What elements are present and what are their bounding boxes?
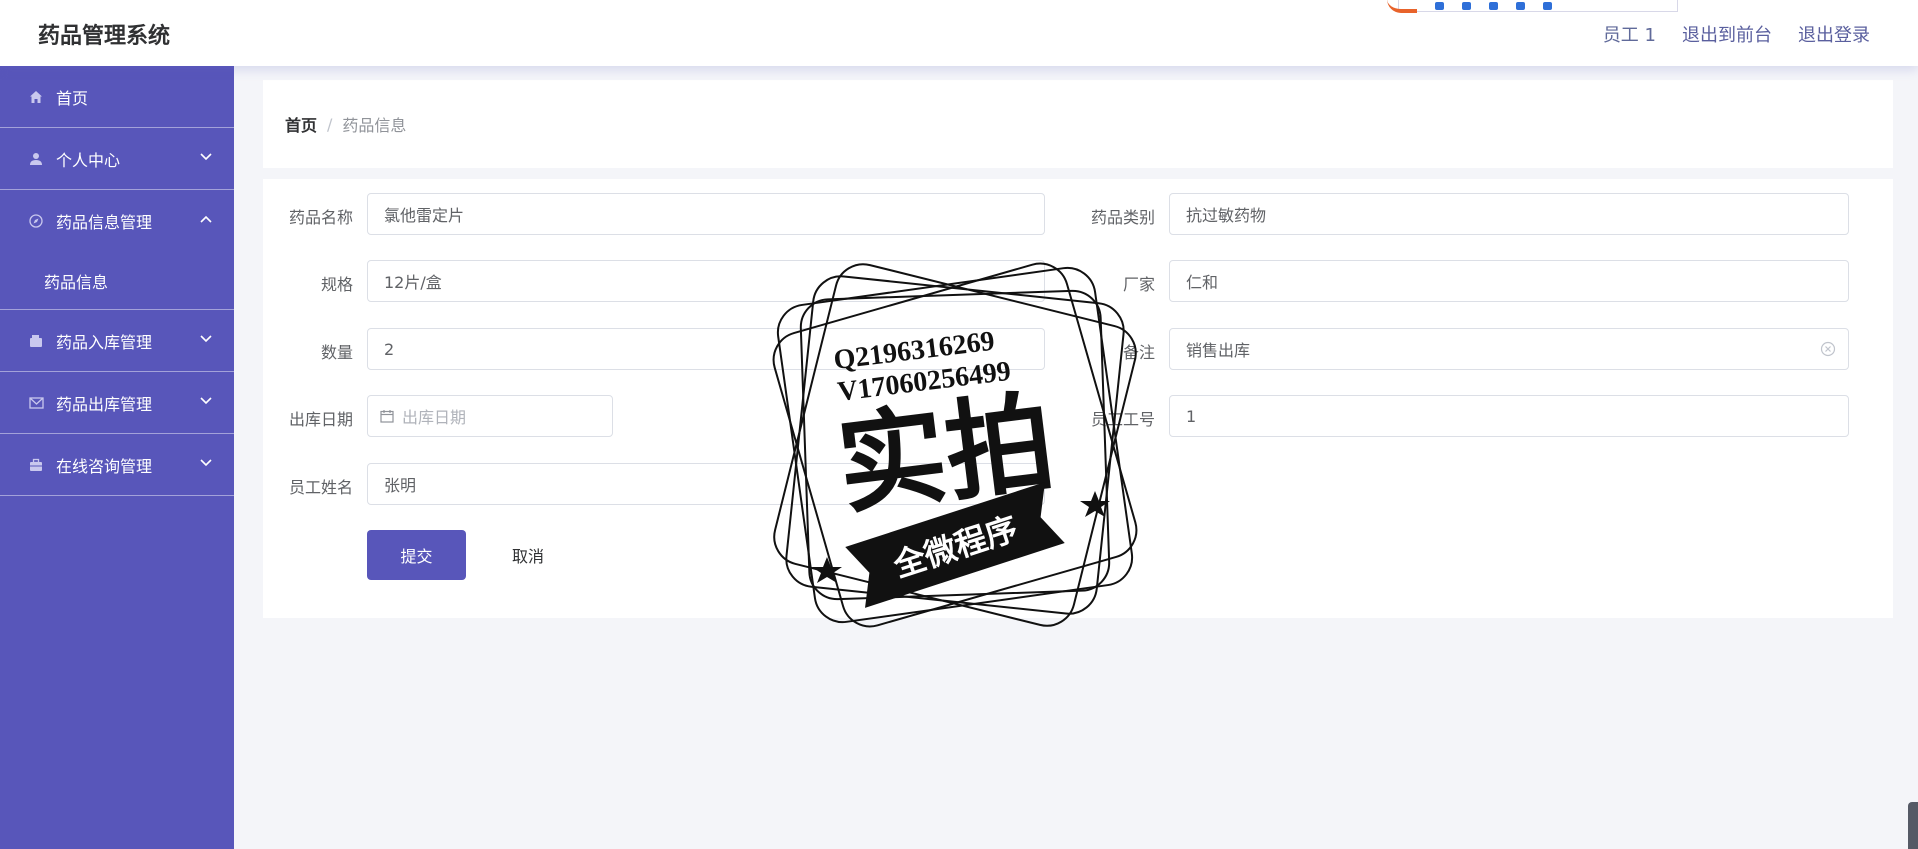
sidebar-item-label: 药品出库管理 [56, 394, 153, 414]
drug-name-label: 药品名称 [288, 208, 353, 227]
logout-link[interactable]: 退出登录 [1798, 21, 1870, 47]
toolbar-tool-icon[interactable] [1543, 1, 1552, 10]
sidebar-item-personal-center[interactable]: 个人中心 [0, 128, 234, 190]
chevron-down-icon [200, 394, 212, 408]
sidebar-item-drug-outbound-mgmt[interactable]: 药品出库管理 [0, 372, 234, 434]
remark-field[interactable]: 销售出库 [1169, 328, 1849, 370]
category-field[interactable]: 抗过敏药物 [1169, 193, 1849, 235]
user-icon [28, 151, 44, 167]
sidebar-subitem-label: 药品信息 [44, 272, 109, 292]
drug-name-field[interactable]: 氯他雷定片 [367, 193, 1045, 235]
back-to-frontend-link[interactable]: 退出到前台 [1682, 21, 1772, 47]
toolbar-tool-icon[interactable] [1435, 1, 1444, 10]
chevron-down-icon [200, 456, 212, 470]
calendar-icon [380, 409, 394, 423]
category-label: 药品类别 [1090, 208, 1155, 227]
toolbar-logo-icon [1387, 0, 1417, 13]
scrollbar-handle[interactable] [1908, 802, 1918, 849]
breadcrumb-separator: / [327, 114, 333, 134]
manufacturer-field[interactable]: 仁和 [1169, 260, 1849, 302]
clear-icon[interactable] [1820, 341, 1836, 357]
chevron-down-icon [200, 332, 212, 346]
sidebar-subitem-drug-info[interactable]: 药品信息 [0, 252, 234, 310]
sidebar: 首页 个人中心 药品信息管理 药品信息 药品入库管理 药品出库管理 在线咨询管理 [0, 66, 234, 849]
employee-no-field[interactable]: 1 [1169, 395, 1849, 437]
briefcase-icon [28, 457, 44, 473]
chevron-down-icon [200, 150, 212, 164]
watermark-stamp: Q2196316269 V17060256499 实拍 全微程序 [772, 262, 1138, 628]
breadcrumb-current: 药品信息 [342, 116, 407, 135]
current-user-link[interactable]: 员工 1 [1603, 21, 1656, 47]
quantity-label: 数量 [320, 343, 353, 362]
sidebar-item-label: 个人中心 [56, 150, 121, 170]
toolbar-tool-icon[interactable] [1462, 1, 1471, 10]
sidebar-item-label: 在线咨询管理 [56, 456, 153, 476]
remark-value: 销售出库 [1186, 341, 1251, 360]
home-icon [28, 89, 44, 105]
sidebar-item-label: 首页 [56, 88, 89, 108]
sidebar-item-drug-inbound-mgmt[interactable]: 药品入库管理 [0, 310, 234, 372]
header-links: 员工 1 退出到前台 退出登录 [1603, 21, 1870, 47]
breadcrumb-home-link[interactable]: 首页 [285, 112, 317, 136]
wallet-icon [28, 333, 44, 349]
cancel-button[interactable]: 取消 [483, 530, 573, 580]
compass-icon [28, 213, 44, 229]
sidebar-item-home[interactable]: 首页 [0, 66, 234, 128]
browser-toolbar-fragment [1387, 0, 1678, 13]
chevron-up-icon [200, 212, 212, 226]
app-title: 药品管理系统 [38, 24, 171, 49]
breadcrumb: 首页 / 药品信息 [263, 80, 1893, 168]
toolbar-tool-icon[interactable] [1489, 1, 1498, 10]
spec-label: 规格 [320, 275, 353, 294]
star-icon [812, 557, 842, 583]
top-header: 药品管理系统 员工 1 退出到前台 退出登录 [0, 0, 1918, 66]
toolbar-tool-icon[interactable] [1516, 1, 1525, 10]
out-date-picker[interactable]: 出库日期 [367, 395, 613, 437]
out-date-label: 出库日期 [288, 410, 353, 429]
sidebar-item-drug-info-mgmt[interactable]: 药品信息管理 [0, 190, 234, 252]
sidebar-item-online-consult-mgmt[interactable]: 在线咨询管理 [0, 434, 234, 496]
employee-name-label: 员工姓名 [288, 478, 353, 497]
mail-icon [28, 395, 44, 411]
out-date-placeholder: 出库日期 [402, 408, 467, 427]
sidebar-item-label: 药品信息管理 [56, 213, 153, 232]
sidebar-item-label: 药品入库管理 [56, 332, 153, 352]
submit-button[interactable]: 提交 [367, 530, 466, 580]
